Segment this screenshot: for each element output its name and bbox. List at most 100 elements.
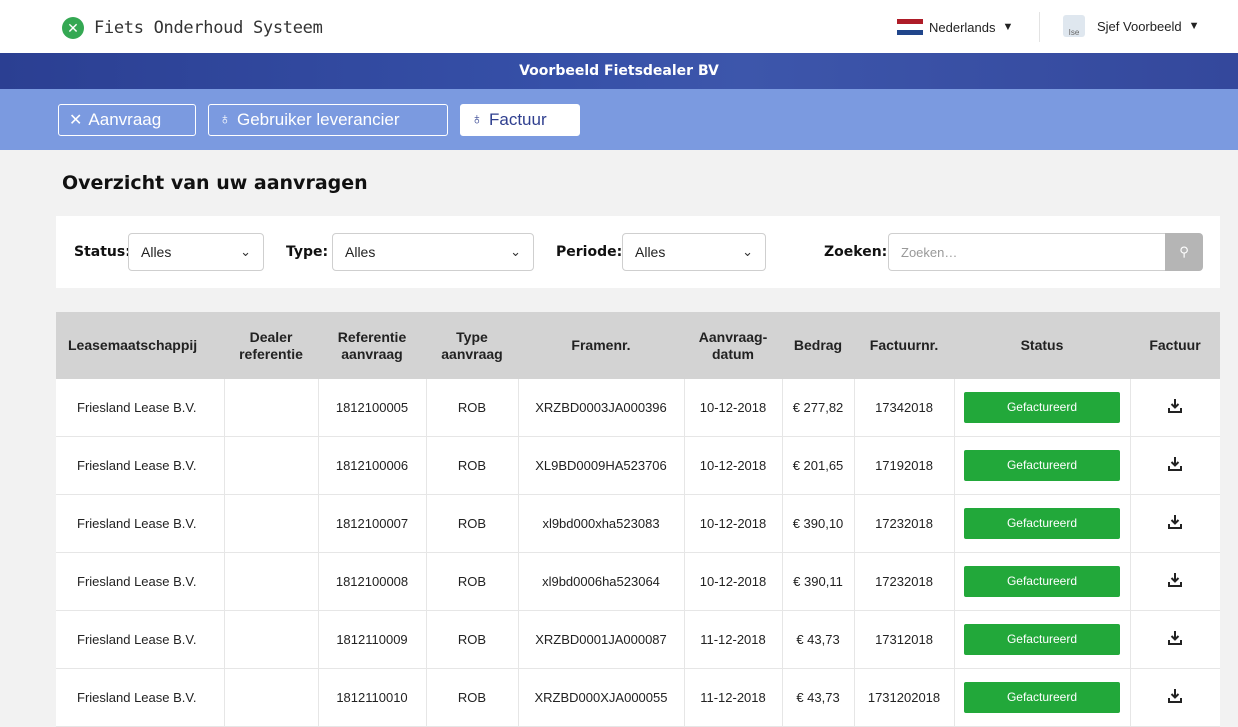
- tab-gebruiker-leverancier[interactable]: ♁ Gebruiker leverancier: [208, 104, 448, 136]
- cell-lease: Friesland Lease B.V.: [56, 552, 225, 611]
- cell-frame: XL9BD0009HA523706: [518, 436, 685, 495]
- user-icon: ♁: [219, 111, 231, 128]
- table-row[interactable]: Friesland Lease B.V. 1812100008 ROB xl9bd00…: [56, 552, 1220, 611]
- period-select[interactable]: Alles ⌄: [622, 233, 766, 271]
- search-button[interactable]: ⚲: [1165, 233, 1203, 271]
- cell-invoice-download: [1130, 379, 1220, 437]
- user-menu[interactable]: Ise Sjef Voorbeeld ▼: [1063, 15, 1199, 37]
- cell-lease: Friesland Lease B.V.: [56, 610, 225, 669]
- filter-panel: Status: Alles ⌄ Type: Alles ⌄ Periode: A…: [56, 216, 1220, 288]
- status-badge: Gefactureerd: [964, 508, 1120, 539]
- cell-type: ROB: [426, 494, 519, 553]
- cell-status: Gefactureerd: [954, 436, 1131, 495]
- user-icon: ♁: [471, 111, 483, 128]
- table-row[interactable]: Friesland Lease B.V. 1812100005 ROB XRZBD00…: [56, 379, 1220, 437]
- page-title: Overzicht van uw aanvragen: [62, 172, 368, 194]
- cell-status: Gefactureerd: [954, 494, 1131, 553]
- cell-dealer-ref: [224, 379, 319, 437]
- status-select-value: Alles: [141, 244, 172, 260]
- requests-table: Leasemaatschappij Dealer referentie Refe…: [56, 312, 1220, 727]
- table-header-row: Leasemaatschappij Dealer referentie Refe…: [56, 312, 1220, 379]
- cell-status: Gefactureerd: [954, 610, 1131, 669]
- nav-bar: ✕ Aanvraag ♁ Gebruiker leverancier ♁ Fac…: [0, 89, 1238, 150]
- cell-ref: 1812100006: [318, 436, 427, 495]
- type-select-value: Alles: [345, 244, 376, 260]
- col-lease[interactable]: Leasemaatschappij: [56, 312, 224, 379]
- user-name: Sjef Voorbeeld: [1097, 18, 1182, 34]
- col-frame[interactable]: Framenr.: [518, 312, 684, 379]
- cell-type: ROB: [426, 436, 519, 495]
- caret-down-icon: ▼: [1002, 21, 1014, 33]
- download-icon[interactable]: [1167, 688, 1183, 707]
- status-badge: Gefactureerd: [964, 566, 1120, 597]
- cell-date: 11-12-2018: [684, 610, 783, 669]
- cell-invoice-nr: 17232018: [854, 494, 955, 553]
- chevron-down-icon: ⌄: [240, 244, 251, 259]
- tab-label: Gebruiker leverancier: [237, 110, 400, 129]
- status-badge: Gefactureerd: [964, 392, 1120, 423]
- cell-amount: € 201,65: [782, 436, 855, 495]
- download-icon[interactable]: [1167, 572, 1183, 591]
- cell-date: 10-12-2018: [684, 552, 783, 611]
- cell-date: 10-12-2018: [684, 436, 783, 495]
- col-date[interactable]: Aanvraag-datum: [684, 312, 782, 379]
- cell-type: ROB: [426, 552, 519, 611]
- top-bar: ✕ Fiets Onderhoud Systeem Nederlands ▼ I…: [0, 0, 1238, 53]
- caret-down-icon: ▼: [1188, 20, 1200, 32]
- table-row[interactable]: Friesland Lease B.V. 1812100006 ROB XL9BD00…: [56, 436, 1220, 495]
- cell-frame: XRZBD0001JA000087: [518, 610, 685, 669]
- col-amount[interactable]: Bedrag: [782, 312, 854, 379]
- table-row[interactable]: Friesland Lease B.V. 1812110009 ROB XRZBD00…: [56, 610, 1220, 669]
- cell-invoice-download: [1130, 552, 1220, 611]
- table-row[interactable]: Friesland Lease B.V. 1812100007 ROB xl9bd00…: [56, 494, 1220, 553]
- period-select-value: Alles: [635, 244, 666, 260]
- language-selector[interactable]: Nederlands ▼: [897, 19, 1013, 35]
- cell-frame: xl9bd0006ha523064: [518, 552, 685, 611]
- tab-aanvraag[interactable]: ✕ Aanvraag: [58, 104, 196, 136]
- search-label: Zoeken:: [824, 244, 888, 260]
- brand[interactable]: ✕ Fiets Onderhoud Systeem: [62, 17, 323, 39]
- cell-ref: 1812100008: [318, 552, 427, 611]
- cell-amount: € 43,73: [782, 610, 855, 669]
- cell-dealer-ref: [224, 494, 319, 553]
- cell-status: Gefactureerd: [954, 379, 1131, 437]
- cell-ref: 1812110009: [318, 610, 427, 669]
- status-badge: Gefactureerd: [964, 624, 1120, 655]
- type-select[interactable]: Alles ⌄: [332, 233, 534, 271]
- cell-amount: € 277,82: [782, 379, 855, 437]
- cell-invoice-download: [1130, 610, 1220, 669]
- download-icon[interactable]: [1167, 514, 1183, 533]
- cell-type: ROB: [426, 610, 519, 669]
- col-invoice[interactable]: Factuur: [1130, 312, 1220, 379]
- download-icon[interactable]: [1167, 456, 1183, 475]
- cell-lease: Friesland Lease B.V.: [56, 494, 225, 553]
- period-filter-label: Periode:: [556, 244, 623, 260]
- netherlands-flag-icon: [897, 19, 923, 35]
- col-status[interactable]: Status: [954, 312, 1130, 379]
- tab-label: Aanvraag: [88, 110, 162, 129]
- search-input[interactable]: Zoeken…: [888, 233, 1166, 271]
- cell-lease: Friesland Lease B.V.: [56, 379, 225, 437]
- avatar: Ise: [1063, 15, 1085, 37]
- tab-factuur[interactable]: ♁ Factuur: [460, 104, 580, 136]
- col-type-request[interactable]: Type aanvraag: [426, 312, 518, 379]
- status-badge: Gefactureerd: [964, 682, 1120, 713]
- cell-dealer-ref: [224, 610, 319, 669]
- search-icon: ⚲: [1179, 244, 1189, 259]
- bike-logo-icon: ✕: [62, 17, 84, 39]
- chevron-down-icon: ⌄: [742, 244, 753, 259]
- cell-lease: Friesland Lease B.V.: [56, 436, 225, 495]
- cell-amount: € 390,10: [782, 494, 855, 553]
- search-placeholder: Zoeken…: [901, 244, 958, 260]
- tools-icon: ✕: [69, 112, 83, 129]
- download-icon[interactable]: [1167, 398, 1183, 417]
- dealer-banner: Voorbeeld Fietsdealer BV: [0, 53, 1238, 89]
- status-select[interactable]: Alles ⌄: [128, 233, 264, 271]
- cell-dealer-ref: [224, 552, 319, 611]
- col-ref-request[interactable]: Referentie aanvraag: [318, 312, 426, 379]
- col-dealer-ref[interactable]: Dealer referentie: [224, 312, 318, 379]
- col-invoice-nr[interactable]: Factuurnr.: [854, 312, 954, 379]
- download-icon[interactable]: [1167, 630, 1183, 649]
- app-title: Fiets Onderhoud Systeem: [94, 18, 323, 38]
- dealer-name: Voorbeeld Fietsdealer BV: [519, 63, 719, 79]
